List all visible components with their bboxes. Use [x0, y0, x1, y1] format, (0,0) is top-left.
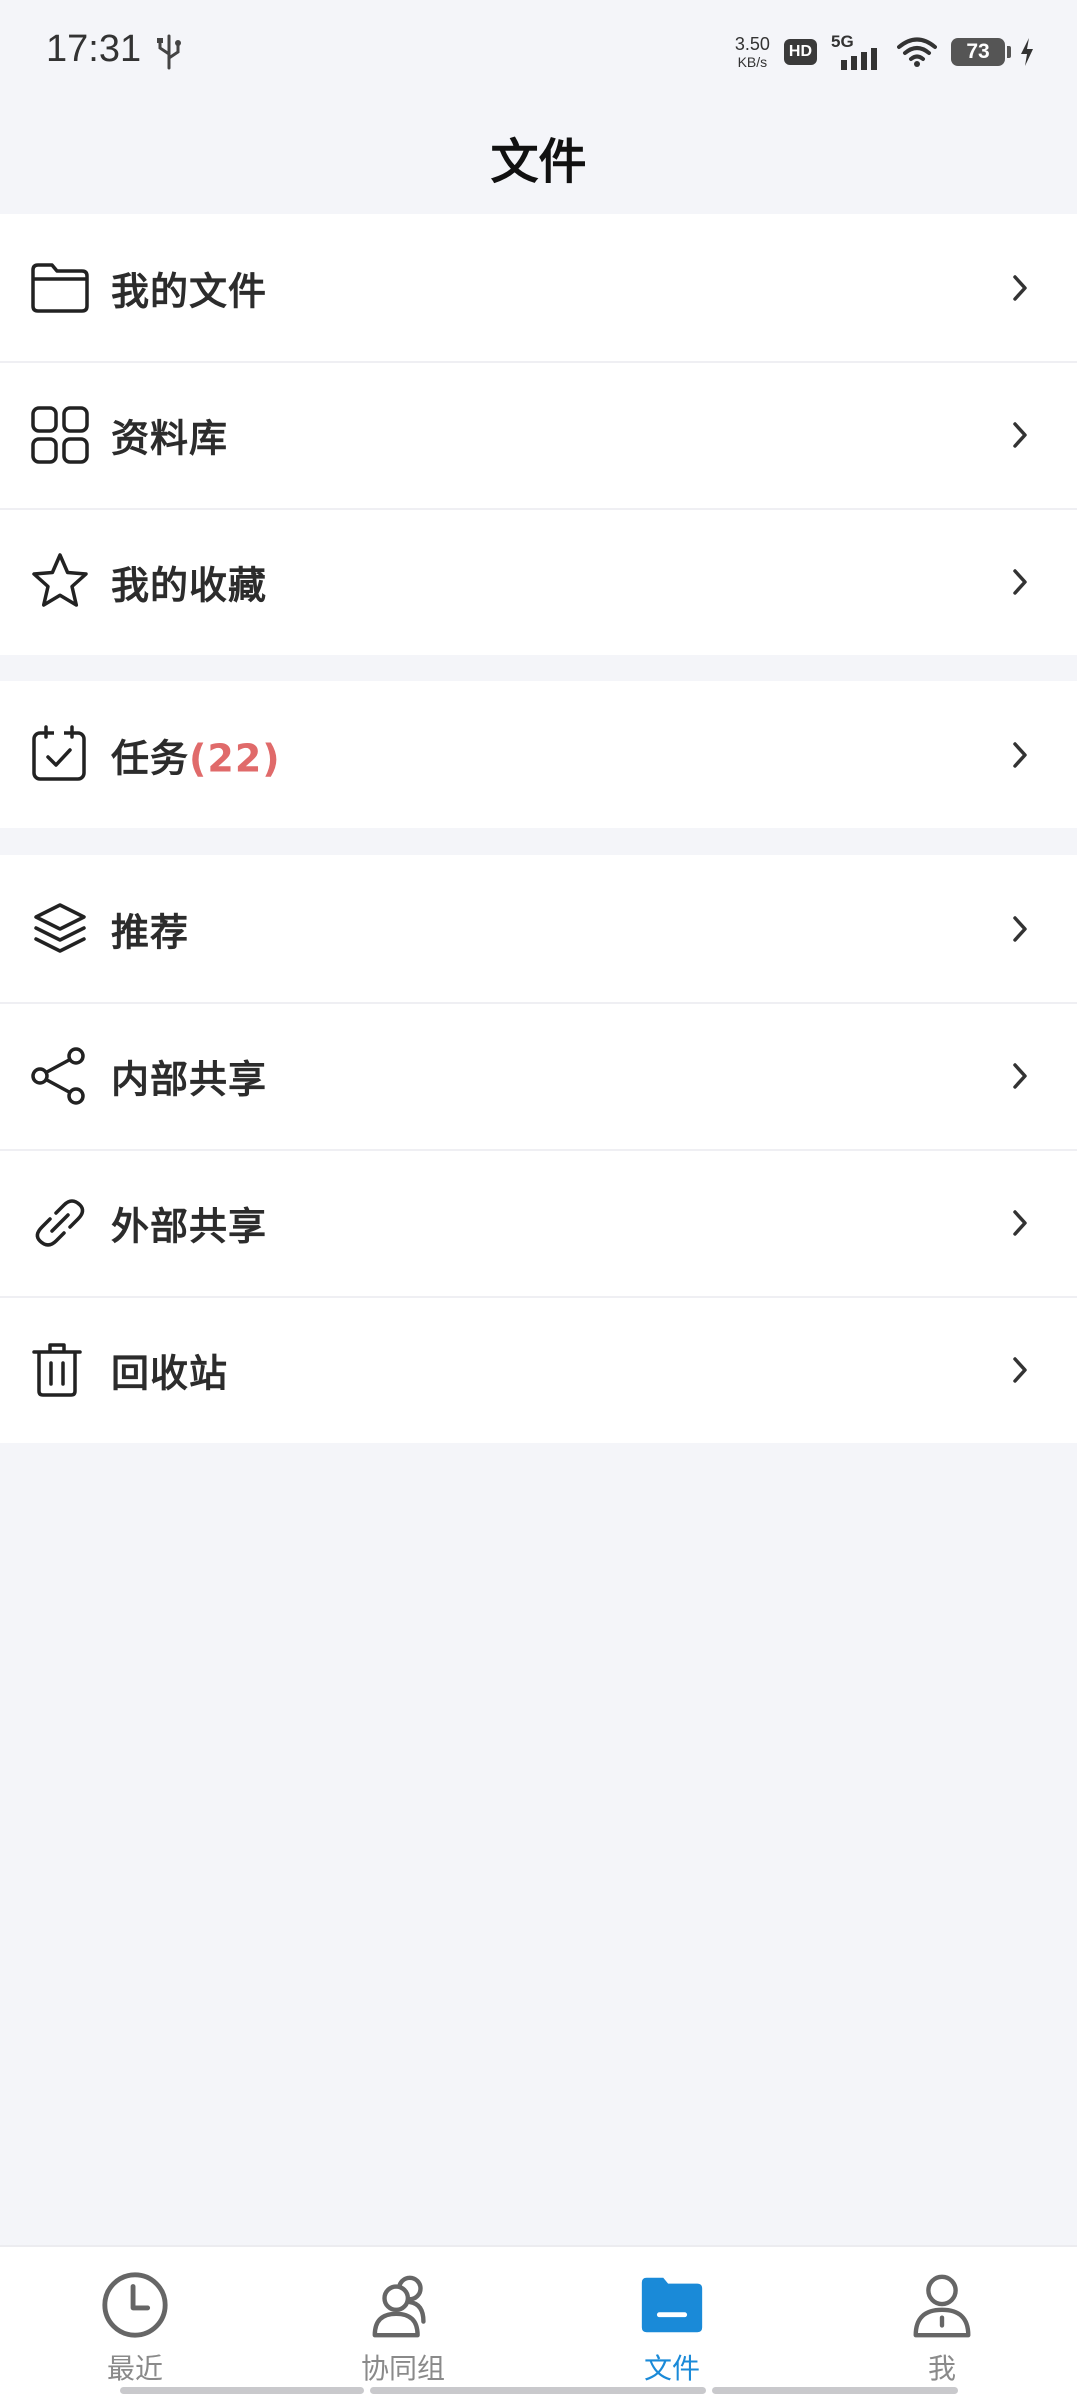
- folder-filled-icon: [641, 2277, 703, 2333]
- files-screen: 17:31 3.50 KB/s HD 5G 73 文件 我的文件 资料库 我的收…: [0, 0, 1077, 2397]
- network-speed-unit: KB/s: [737, 54, 768, 70]
- menu-item-recycle-bin[interactable]: 回收站: [0, 1296, 1077, 1443]
- menu-group-tasks: 任务(22): [0, 681, 1077, 828]
- network-speed: 3.50 KB/s: [735, 35, 770, 69]
- nav-tab-me[interactable]: 我: [822, 2247, 1062, 2387]
- users-icon: [372, 2275, 426, 2338]
- status-right-group: 3.50 KB/s HD 5G 73: [735, 30, 1035, 74]
- chevron-right-icon: [1013, 1356, 1027, 1383]
- nav-tab-label: 协同组: [360, 2352, 445, 2385]
- menu-item-label: 我的收藏: [111, 563, 268, 607]
- task-calendar-icon: [32, 724, 86, 781]
- nav-indicator-bar: [712, 2387, 958, 2394]
- nav-indicator-bar: [370, 2387, 706, 2394]
- wifi-icon: [897, 37, 937, 67]
- page-header: 文件: [0, 100, 1077, 214]
- battery-level: 73: [966, 40, 990, 63]
- chevron-right-icon: [1013, 274, 1027, 301]
- chevron-right-icon: [1013, 741, 1027, 768]
- trash-icon: [32, 1342, 82, 1397]
- menu-item-favorites[interactable]: 我的收藏: [0, 508, 1077, 655]
- menu-item-label: 我的文件: [111, 269, 268, 313]
- clock-icon: [102, 2272, 168, 2338]
- hd-badge: HD: [783, 39, 817, 65]
- menu-item-tasks[interactable]: 任务(22): [0, 681, 1077, 828]
- menu-item-label: 任务(22): [111, 727, 281, 782]
- status-time: 17:31: [46, 28, 142, 70]
- chevron-right-icon: [1013, 421, 1027, 448]
- battery-icon: 73: [951, 38, 1011, 66]
- menu-item-external-share[interactable]: 外部共享: [0, 1149, 1077, 1296]
- status-bar: 17:31 3.50 KB/s HD 5G 73: [0, 0, 1077, 100]
- folder-icon: [31, 262, 89, 313]
- bottom-nav: 最近 协同组 文件 我: [0, 2245, 1077, 2397]
- layers-icon: [34, 902, 86, 953]
- star-icon: [32, 552, 88, 607]
- menu-item-label: 外部共享: [111, 1204, 268, 1248]
- menu-group-primary: 我的文件 资料库 我的收藏: [0, 214, 1077, 655]
- menu-item-label: 内部共享: [111, 1057, 268, 1101]
- menu-item-my-files[interactable]: 我的文件: [0, 214, 1077, 361]
- chevron-right-icon: [1013, 1062, 1027, 1089]
- nav-tab-files[interactable]: 文件: [552, 2247, 792, 2387]
- menu-item-library[interactable]: 资料库: [0, 361, 1077, 508]
- menu-item-recommended[interactable]: 推荐: [0, 855, 1077, 1002]
- nav-tab-recent[interactable]: 最近: [15, 2247, 255, 2387]
- nav-tab-label: 最近: [106, 2352, 163, 2385]
- nav-tab-label: 文件: [643, 2352, 700, 2385]
- network-speed-value: 3.50: [734, 34, 770, 54]
- usb-icon: [157, 34, 181, 70]
- tasks-label: 任务: [111, 736, 190, 780]
- menu-item-internal-share[interactable]: 内部共享: [0, 1002, 1077, 1149]
- nav-tab-label: 我: [927, 2352, 956, 2385]
- chevron-right-icon: [1013, 1209, 1027, 1236]
- grid-icon: [31, 405, 89, 464]
- share-icon: [31, 1046, 85, 1105]
- menu-item-label: 回收站: [111, 1351, 229, 1395]
- menu-item-label: 推荐: [111, 910, 190, 954]
- chevron-right-icon: [1013, 915, 1027, 942]
- chevron-right-icon: [1013, 568, 1027, 595]
- user-icon: [913, 2274, 971, 2338]
- signal-icon: 5G: [831, 32, 883, 70]
- menu-group-sharing: 推荐 内部共享 外部共享 回收站: [0, 855, 1077, 1443]
- tasks-count-badge: (22): [189, 736, 281, 780]
- link-icon: [35, 1198, 85, 1247]
- nav-tab-collab-group[interactable]: 协同组: [283, 2247, 523, 2387]
- menu-item-label: 资料库: [111, 416, 229, 460]
- signal-bars-icon: [841, 48, 877, 70]
- nav-indicator-bar: [120, 2387, 364, 2394]
- page-title: 文件: [490, 134, 587, 190]
- charging-icon: [1021, 38, 1033, 66]
